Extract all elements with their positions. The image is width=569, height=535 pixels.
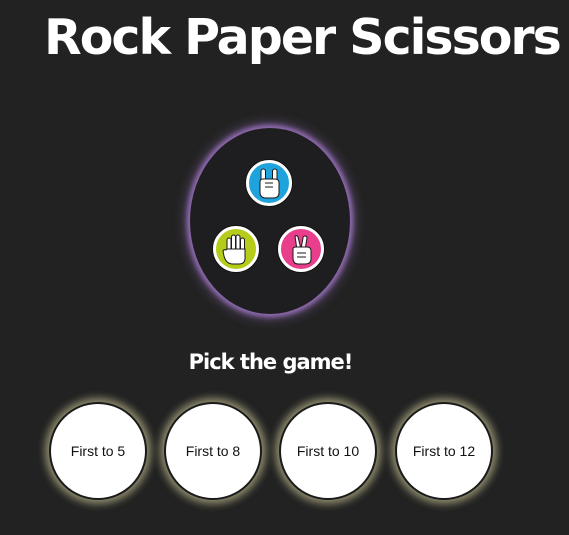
first-to-10-button[interactable]: First to 10 xyxy=(279,402,377,500)
first-to-8-button[interactable]: First to 8 xyxy=(164,402,262,500)
game-logo xyxy=(190,128,350,314)
scissors-hand-icon xyxy=(278,226,324,272)
paper-hand-icon xyxy=(213,226,259,272)
first-to-12-button[interactable]: First to 12 xyxy=(395,402,493,500)
first-to-5-button[interactable]: First to 5 xyxy=(49,402,147,500)
page-title: Rock Paper Scissors xyxy=(44,9,562,66)
pick-game-prompt: Pick the game! xyxy=(188,350,354,374)
rock-hand-icon xyxy=(246,160,292,206)
